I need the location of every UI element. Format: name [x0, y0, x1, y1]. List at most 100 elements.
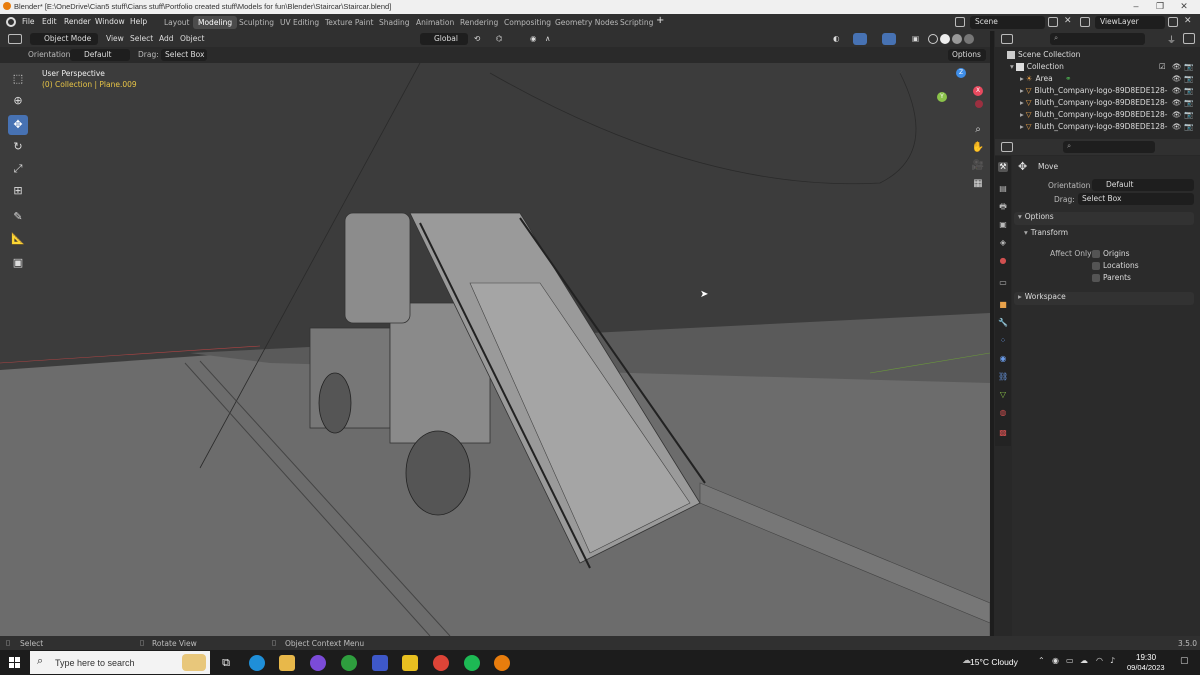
orientation-dropdown[interactable]: Default [70, 49, 130, 61]
outliner-item[interactable]: ▸ ▽ Bluth_Company-logo-89D8EDE128- 👁 📷 [1020, 110, 1193, 122]
editor-type-icon[interactable] [8, 34, 22, 44]
gizmo-toggle-icon[interactable] [853, 33, 867, 45]
maximize-icon[interactable]: ❐ [1148, 1, 1172, 12]
eye-icon[interactable]: 👁 [1172, 62, 1182, 71]
blender-menu-icon[interactable] [6, 17, 16, 27]
expand-arrow-icon[interactable]: ▸ [1020, 122, 1024, 131]
outliner-search-icon[interactable]: ⌕ [1050, 33, 1145, 45]
scene-icon[interactable] [955, 17, 965, 27]
tool-tab-icon[interactable]: ⚒ [998, 162, 1008, 172]
transform-panel-header[interactable]: ▾ Transform [1020, 228, 1194, 241]
camera-icon[interactable]: 📷 [1184, 98, 1193, 107]
particles-tab-icon[interactable]: ⁘ [998, 336, 1008, 346]
pivot-icon[interactable]: ⟲ [474, 34, 480, 43]
ortho-grid-icon[interactable]: ▦ [970, 176, 986, 192]
menu-select[interactable]: Select [130, 34, 153, 43]
add-cube-tool-icon[interactable]: ▣ [8, 253, 28, 273]
3d-viewport[interactable] [0, 63, 990, 636]
measure-tool-icon[interactable]: 📐 [8, 229, 28, 249]
parents-checkbox[interactable] [1092, 274, 1100, 282]
remove-view-layer-icon[interactable]: ✕ [1184, 17, 1194, 27]
falloff-icon[interactable]: ∧ [545, 34, 551, 43]
prop-drag-dropdown[interactable]: Select Box [1078, 193, 1194, 205]
pan-hand-icon[interactable]: ✋ [970, 140, 986, 156]
camera-icon[interactable]: 📷 [1184, 74, 1193, 83]
data-tab-icon[interactable]: ▽ [998, 390, 1008, 400]
weather-text[interactable]: 15°C Cloudy [970, 657, 1018, 667]
material-tab-icon[interactable]: ◍ [998, 408, 1008, 418]
new-scene-icon[interactable] [1048, 17, 1058, 27]
menu-render[interactable]: Render [64, 17, 91, 26]
transform-tool-icon[interactable]: ⊞ [8, 181, 28, 201]
clock-date[interactable]: 09/04/2023 [1127, 663, 1165, 672]
tab-geometry-nodes[interactable]: Geometry Nodes [550, 16, 623, 29]
menu-file[interactable]: File [22, 17, 35, 26]
scale-tool-icon[interactable]: ⤢ [8, 159, 28, 179]
wireframe-shading-icon[interactable] [928, 34, 938, 44]
outliner-scene-collection[interactable]: Scene Collection [1007, 50, 1080, 62]
add-workspace-icon[interactable]: + [656, 15, 664, 26]
move-tool-icon[interactable]: ✥ [8, 115, 28, 135]
tab-layout[interactable]: Layout [159, 16, 195, 29]
outliner-item[interactable]: ▸ ▽ Bluth_Company-logo-89D8EDE128- 👁 📷 [1020, 98, 1193, 110]
menu-view[interactable]: View [106, 34, 124, 43]
tab-rendering[interactable]: Rendering [455, 16, 503, 29]
tab-modeling[interactable]: Modeling [193, 16, 238, 29]
task-view-icon[interactable]: ⧉ [218, 655, 234, 671]
navigation-gizmo[interactable]: Z X Y [935, 68, 985, 118]
clock-time[interactable]: 19:30 [1136, 653, 1156, 662]
gizmo-z-axis[interactable]: Z [956, 68, 966, 78]
menu-add[interactable]: Add [159, 34, 174, 43]
tab-texture-paint[interactable]: Texture Paint [320, 16, 378, 29]
view-layer-icon[interactable] [1080, 17, 1090, 27]
physics-tab-icon[interactable]: ◉ [998, 354, 1008, 364]
eye-icon[interactable]: 👁 [1172, 122, 1182, 131]
file-explorer-icon[interactable] [279, 655, 295, 671]
eye-icon[interactable]: 👁 [1172, 86, 1182, 95]
spotify-icon[interactable] [464, 655, 480, 671]
camera-icon[interactable]: 📷 [1184, 62, 1193, 71]
cursor-tool-icon[interactable]: ⊕ [8, 91, 28, 111]
tray-network-icon[interactable]: ▭ [1066, 656, 1074, 665]
visibility-icon[interactable]: ◐ [833, 34, 840, 43]
properties-search-icon[interactable]: ⌕ [1063, 141, 1155, 153]
prop-orientation-dropdown[interactable]: Default [1092, 179, 1194, 191]
properties-editor-icon[interactable] [1001, 142, 1013, 152]
gizmo-x-axis[interactable]: X [973, 86, 983, 96]
camera-icon[interactable]: 📷 [1184, 86, 1193, 95]
new-view-layer-icon[interactable] [1168, 17, 1178, 27]
collection-tab-icon[interactable]: ▭ [998, 278, 1008, 288]
mode-dropdown[interactable]: Object Mode [30, 33, 98, 45]
outliner-item[interactable]: ▸ ☀ Area ⚭ 👁 📷 [1020, 74, 1193, 86]
new-collection-icon[interactable] [1183, 33, 1195, 44]
rendered-shading-icon[interactable] [964, 34, 974, 44]
expand-arrow-icon[interactable]: ▸ [1020, 98, 1024, 107]
view-layer-tab-icon[interactable]: ▣ [998, 220, 1008, 230]
workspace-panel-header[interactable]: ▸ Workspace [1014, 292, 1194, 305]
xray-icon[interactable]: ▣ [912, 34, 919, 43]
tab-uv-editing[interactable]: UV Editing [275, 16, 324, 29]
teams-icon[interactable] [310, 655, 326, 671]
texture-tab-icon[interactable]: ▩ [998, 428, 1008, 438]
expand-arrow-icon[interactable]: ▾ [1010, 62, 1014, 71]
eye-icon[interactable]: 👁 [1172, 110, 1182, 119]
expand-arrow-icon[interactable]: ▸ [1020, 86, 1024, 95]
chrome-icon[interactable] [433, 655, 449, 671]
blender-taskbar-icon[interactable] [494, 655, 510, 671]
rockstar-icon[interactable] [402, 655, 418, 671]
menu-edit[interactable]: Edit [42, 17, 57, 26]
camera-icon[interactable]: 📷 [1184, 110, 1193, 119]
edge-icon[interactable] [249, 655, 265, 671]
camera-icon[interactable]: 📷 [1184, 122, 1193, 131]
tab-scripting[interactable]: Scripting [615, 16, 658, 29]
locations-checkbox[interactable] [1092, 262, 1100, 270]
expand-arrow-icon[interactable]: ▸ [1020, 74, 1024, 83]
eye-icon[interactable]: 👁 [1172, 74, 1182, 83]
minimize-icon[interactable]: – [1124, 1, 1148, 11]
drag-dropdown[interactable]: Select Box [161, 49, 207, 61]
taskbar-search-box[interactable]: ⌕ Type here to search [30, 651, 210, 674]
select-box-tool-icon[interactable]: ⬚ [8, 69, 28, 89]
camera-view-icon[interactable]: 🎥 [970, 158, 986, 174]
checkbox-icon[interactable]: ☑ [1159, 62, 1166, 71]
material-shading-icon[interactable] [952, 34, 962, 44]
